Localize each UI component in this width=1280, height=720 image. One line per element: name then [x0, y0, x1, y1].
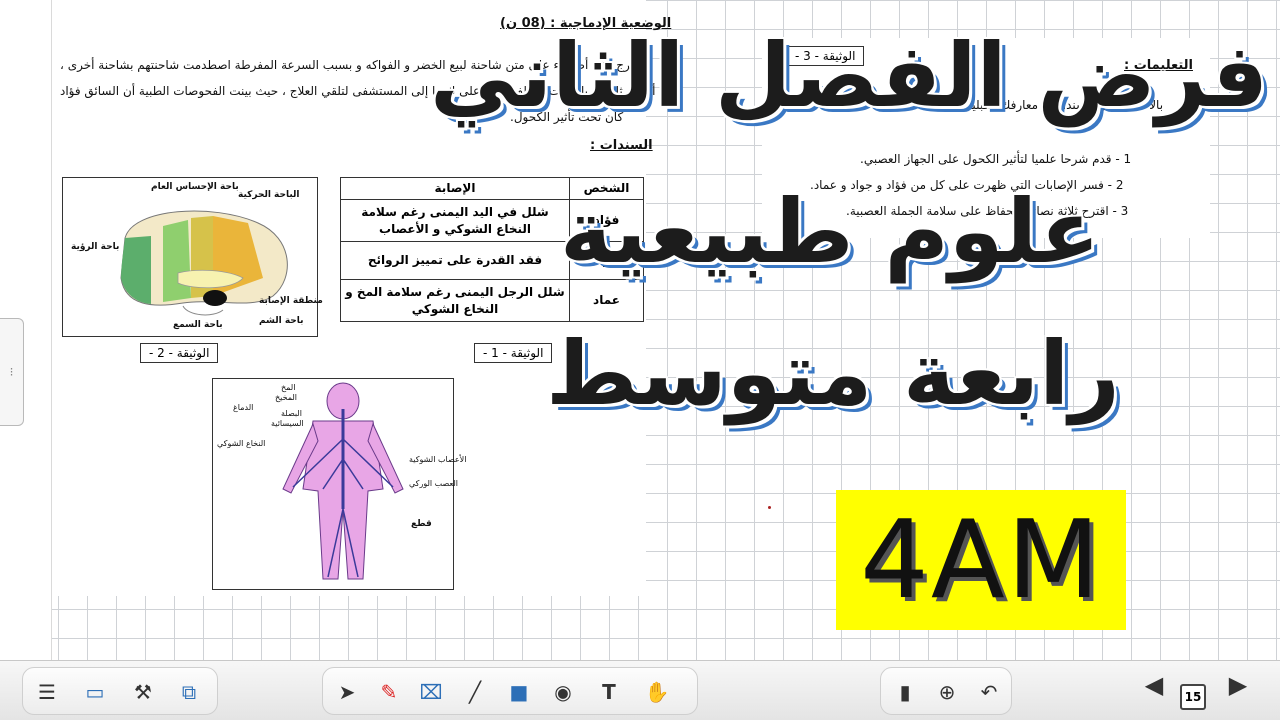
body-label-medulla: البصلة [281, 409, 302, 418]
brain-figure: باحة الإحساس العام الباحة الحركية باحة ا… [62, 177, 323, 337]
body-label-sciatic-nerve: العصب الوركي [409, 479, 458, 488]
brain-illustration [120, 210, 288, 316]
grip-icon: ⁝ [9, 365, 14, 379]
body-label-cerebrum: المخ [281, 383, 296, 392]
toolbar-group-center: ➤ ✎ ⌧ ╱ ■ ◉ T ✋ [322, 667, 698, 715]
prev-page-icon[interactable]: ◀ [1138, 669, 1170, 701]
next-page-icon[interactable]: ▶ [1222, 669, 1254, 701]
eraser-icon[interactable]: ⌧ [415, 676, 447, 708]
undo-icon[interactable]: ↶ [973, 676, 1005, 708]
body-label-brain: الدماغ [233, 403, 254, 412]
brain-label-vision: باحة الرؤية [71, 242, 120, 252]
body-label-pons: السيسائية [271, 419, 304, 428]
screen-icon[interactable]: ▭ [79, 676, 111, 708]
side-panel-handle[interactable]: ⁝ [0, 318, 24, 426]
line-icon[interactable]: ╱ [459, 676, 491, 708]
brain-label-hearing: باحة السمع [173, 320, 223, 330]
nervous-system-figure: المخ المخيخ الدماغ البصلة السيسائية النخ… [212, 378, 466, 590]
pen-icon[interactable]: ✎ [373, 676, 405, 708]
supports-title: السندات : [590, 138, 653, 153]
body-label-cerebellum: المخيخ [275, 393, 298, 402]
injury-cell: شلل الرجل اليمنى رغم سلامة المخ و النخاع… [340, 279, 570, 322]
brain-label-general-sense: باحة الإحساس العام [151, 182, 239, 192]
fill-icon[interactable]: ◉ [547, 676, 579, 708]
hand-icon[interactable]: ✋ [641, 676, 673, 708]
person-cell: عماد [569, 279, 644, 322]
capture-icon[interactable]: ⊕ [931, 676, 963, 708]
brain-label-smell: باحة الشم [259, 316, 304, 326]
toolbar-group-right: ▮ ⊕ ↶ [880, 667, 1012, 715]
brain-label-motor: الباحة الحركية [238, 190, 300, 200]
toolbar-group-left: ☰ ▭ ⚒ ⧉ [22, 667, 218, 715]
bottom-toolbar: ☰ ▭ ⚒ ⧉ ➤ ✎ ⌧ ╱ ■ ◉ T ✋ ▮ ⊕ ↶ ◀ ▶ [0, 660, 1280, 720]
overlay-title-line-3: رابعة متوسط [546, 322, 1120, 425]
brain-label-injury-zone: منطقة الإصابة [259, 296, 323, 306]
doc2-label: الوثيقة - 2 - [140, 343, 219, 363]
gallery-icon[interactable]: ⧉ [173, 676, 205, 708]
overlay-title-line-2: علوم طبيعية [560, 180, 1101, 283]
text-icon[interactable]: T [593, 676, 625, 708]
grade-badge: 4AM [860, 497, 1102, 623]
table-row: عماد شلل الرجل اليمنى رغم سلامة المخ و ا… [340, 279, 644, 322]
stray-mark [768, 506, 771, 509]
injury-cell: شلل في اليد اليمنى رغم سلامة النخاع الشو… [340, 199, 570, 242]
select-arrow-icon[interactable]: ➤ [331, 676, 363, 708]
injury-cell: فقد القدرة على تمييز الروائح [340, 241, 570, 280]
delete-icon[interactable]: ▮ [889, 676, 921, 708]
page-number[interactable]: 15 [1180, 684, 1206, 710]
shape-icon[interactable]: ■ [503, 676, 535, 708]
tools-icon[interactable]: ⚒ [127, 676, 159, 708]
overlay-title-line-1: فرض الفصل الثاني [430, 24, 1269, 127]
header-injury: الإصابة [340, 177, 570, 200]
instruction-item: 1 - قدم شرحا علميا لتأثير الكحول على الج… [860, 152, 1132, 166]
doc1-label: الوثيقة - 1 - [474, 343, 553, 363]
body-label-cut: قطع [411, 519, 432, 529]
menu-icon[interactable]: ☰ [31, 676, 63, 708]
body-label-spinal-cord: النخاع الشوكي [217, 439, 266, 448]
body-label-spinal-nerves: الأعصاب الشوكية [409, 455, 467, 464]
